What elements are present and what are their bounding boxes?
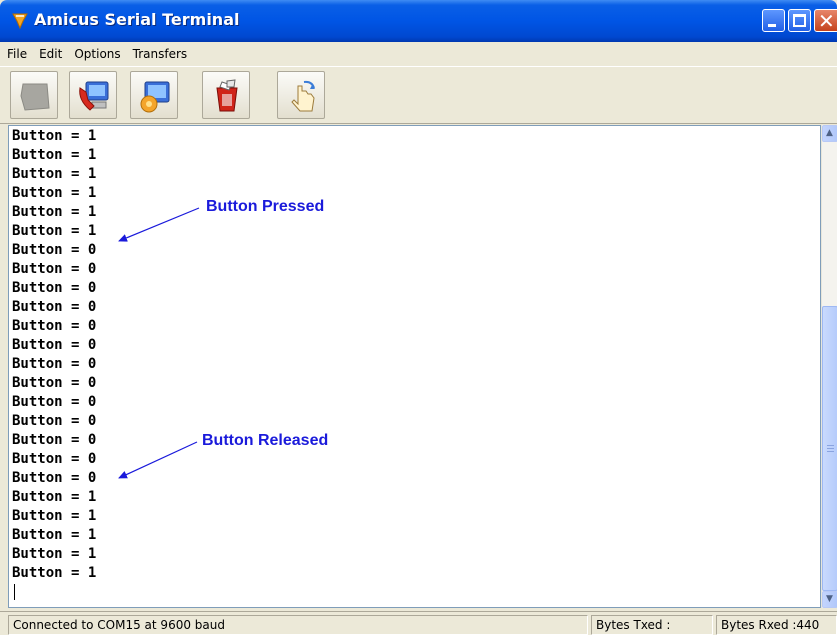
menu-options[interactable]: Options <box>73 47 121 61</box>
chevron-down-icon: ▼ <box>826 594 833 604</box>
title-bar[interactable]: Amicus Serial Terminal ✕ <box>0 0 837 42</box>
grip-line <box>827 451 834 452</box>
grip-line <box>827 445 834 446</box>
chevron-up-icon: ▲ <box>826 128 833 138</box>
bytes-txed: Bytes Txed : <box>591 615 713 635</box>
released-arrow <box>118 441 198 479</box>
hand-button[interactable] <box>277 71 325 119</box>
disconnect-button[interactable] <box>10 71 58 119</box>
button-pressed-label: Button Pressed <box>206 198 325 215</box>
connect-button[interactable] <box>69 71 117 119</box>
connection-status: Connected to COM15 at 9600 baud <box>8 615 588 635</box>
vertical-scrollbar[interactable]: ▲ ▼ <box>821 125 837 608</box>
scroll-thumb[interactable] <box>822 306 837 591</box>
status-bar: Connected to COM15 at 9600 baud Bytes Tx… <box>0 611 837 635</box>
scroll-down-button[interactable]: ▼ <box>822 591 837 608</box>
settings-icon <box>140 81 170 113</box>
menu-bar: File Edit Options Transfers <box>0 42 837 66</box>
settings-button[interactable] <box>130 71 178 119</box>
disconnect-icon <box>20 83 50 111</box>
scroll-up-button[interactable]: ▲ <box>822 125 837 142</box>
clear-icon <box>216 79 238 112</box>
minimize-icon <box>768 24 776 27</box>
toolbar <box>0 66 837 124</box>
minimize-button[interactable] <box>762 9 785 32</box>
menu-transfers[interactable]: Transfers <box>132 47 189 61</box>
close-button[interactable]: ✕ <box>814 9 837 33</box>
button-released-label: Button Released <box>202 432 329 449</box>
app-icon <box>12 13 28 30</box>
annotation-arrows <box>118 207 200 479</box>
menu-edit[interactable]: Edit <box>38 47 63 61</box>
maximize-icon <box>793 14 806 27</box>
window-title: Amicus Serial Terminal <box>34 10 240 29</box>
grip-line <box>827 448 834 449</box>
clear-button[interactable] <box>202 71 250 119</box>
bytes-rxed: Bytes Rxed :440 <box>716 615 837 635</box>
hand-icon <box>291 80 315 112</box>
connect-phone-icon <box>79 81 109 111</box>
terminal-output[interactable]: Button = 1 Button = 1 Button = 1 Button … <box>8 125 821 608</box>
menu-file[interactable]: File <box>6 47 28 61</box>
pressed-arrow <box>118 207 200 242</box>
maximize-button[interactable] <box>788 9 811 32</box>
close-icon: ✕ <box>818 9 835 33</box>
